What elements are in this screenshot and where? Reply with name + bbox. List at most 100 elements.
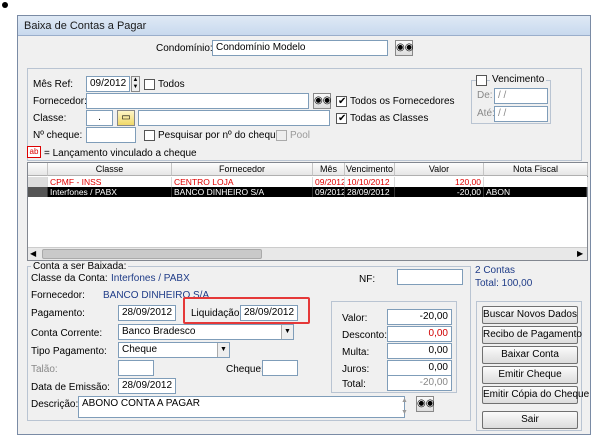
window-title: Baixa de Contas a Pagar: [18, 16, 590, 36]
de-field[interactable]: / /: [494, 88, 548, 104]
conta-corrente-select[interactable]: Banco Bradesco ▼: [118, 324, 294, 340]
ate-field[interactable]: / /: [494, 106, 548, 122]
descricao-scroll[interactable]: ▲ ▼: [401, 395, 408, 419]
todas-classes-label: Todas as Classes: [350, 113, 429, 124]
scroll-left-icon[interactable]: ◀: [30, 249, 36, 258]
table-cell: 09/2012: [315, 177, 345, 187]
conta-corrente-value: Banco Bradesco: [122, 326, 196, 337]
binoculars-icon[interactable]: ◉◉: [313, 93, 331, 109]
cheque-label: Cheque:: [226, 364, 264, 375]
todos-fornecedores-label: Todos os Fornecedores: [350, 96, 455, 107]
column-header[interactable]: Mês: [313, 163, 345, 176]
valor-label: Valor:: [342, 313, 368, 324]
fornecedor-field[interactable]: [86, 93, 309, 109]
talao-field[interactable]: [118, 360, 154, 376]
contas-total: Total: 100,00: [475, 278, 533, 289]
multa-label: Multa:: [342, 347, 370, 358]
folder-icon[interactable]: ▭: [117, 110, 135, 126]
pesquisar-cheque-checkbox[interactable]: [144, 130, 155, 141]
pagamento-label: Pagamento:: [31, 308, 85, 319]
de-label: De:: [477, 90, 493, 101]
nf-field[interactable]: [397, 269, 463, 285]
table-cell: -20,00: [395, 187, 484, 197]
nf-label: NF:: [359, 274, 376, 285]
total-label: Total:: [342, 379, 366, 390]
descricao-label: Descrição:: [31, 399, 79, 410]
descricao-field[interactable]: ABONO CONTA A PAGAR: [78, 396, 405, 418]
todos-fornecedores-checkbox[interactable]: [336, 96, 347, 107]
table-row-selected[interactable]: Interfones / PABX BANCO DINHEIRO S/A 09/…: [28, 187, 587, 197]
mes-ref-field[interactable]: 09/2012: [86, 76, 130, 92]
recibo-pagamento-button[interactable]: Recibo de Pagamento: [482, 326, 582, 344]
main-window: Baixa de Contas a Pagar Condomínio: Cond…: [17, 15, 591, 435]
classe-name-field[interactable]: [138, 110, 330, 126]
liquidacao-label: Liquidação:: [191, 308, 243, 319]
condominio-field[interactable]: Condomínio Modelo: [212, 40, 388, 56]
emitir-cheque-button[interactable]: Emitir Cheque: [482, 366, 578, 384]
table-header-spacer: [28, 163, 48, 176]
pool-checkbox[interactable]: [276, 130, 287, 141]
data-emissao-field[interactable]: 28/09/2012: [118, 378, 176, 394]
table-cell: 09/2012: [313, 187, 345, 197]
sair-button[interactable]: Sair: [482, 411, 578, 429]
tipo-pagamento-label: Tipo Pagamento:: [31, 346, 107, 357]
bullet-dot: [2, 2, 8, 8]
liquidacao-field[interactable]: 28/09/2012: [240, 305, 298, 321]
tipo-pagamento-value: Cheque: [122, 344, 158, 355]
desconto-field[interactable]: 0,00: [387, 326, 452, 342]
legend-badge: ab: [27, 146, 41, 158]
classe-conta-label: Classe da Conta:: [31, 273, 108, 284]
table-row[interactable]: CPMF - INSS CENTRO LOJA 09/2012 10/10/20…: [28, 177, 588, 187]
column-header[interactable]: Valor: [395, 163, 484, 176]
table-cell: 120,00: [395, 177, 484, 187]
todas-classes-checkbox[interactable]: [336, 113, 347, 124]
nr-cheque-label: Nº cheque:: [33, 130, 83, 141]
binoculars-icon[interactable]: ◉◉: [395, 40, 413, 56]
juros-label: Juros:: [342, 364, 370, 375]
table-cell: ABON: [484, 187, 587, 197]
column-header[interactable]: Vencimento: [345, 163, 395, 176]
tipo-pagamento-select[interactable]: Cheque ▼: [118, 342, 230, 358]
ate-label: Até:: [477, 108, 495, 119]
pesquisar-cheque-label: Pesquisar por nº do cheque: [158, 130, 282, 141]
multa-field[interactable]: 0,00: [387, 343, 452, 359]
table-cell: CENTRO LOJA: [172, 177, 313, 187]
mes-ref-spinner[interactable]: ▲ ▼: [131, 76, 140, 92]
table-cell: 10/10/2012: [345, 177, 395, 187]
classe-conta-value: Interfones / PABX: [111, 273, 190, 284]
conta-group-label: Conta a ser Baixada:: [31, 261, 129, 272]
scroll-thumb[interactable]: [42, 249, 262, 259]
nr-cheque-field[interactable]: [86, 127, 136, 143]
table-cell: CPMF - INSS: [48, 177, 172, 187]
contas-count: 2 Contas: [475, 265, 516, 276]
table-cell: 28/09/2012: [345, 187, 395, 197]
fornecedor-conta-label: Fornecedor:: [31, 290, 85, 301]
vencimento-checkbox[interactable]: [476, 75, 487, 86]
classe-code-field[interactable]: .: [86, 110, 113, 126]
buscar-dados-button[interactable]: Buscar Novos Dados: [482, 306, 578, 324]
cheque-field[interactable]: [262, 360, 298, 376]
column-header[interactable]: Classe: [48, 163, 172, 176]
chevron-down-icon[interactable]: ▼: [281, 325, 293, 339]
pool-label: Pool: [290, 130, 311, 141]
todos-label: Todos: [158, 79, 185, 90]
emitir-copia-cheque-button[interactable]: Emitir Cópia do Cheque: [482, 386, 589, 404]
binoculars-icon[interactable]: ◉◉: [416, 396, 434, 412]
vencimento-label: Vencimento: [490, 74, 547, 85]
row-indicator: [28, 187, 48, 197]
juros-field[interactable]: 0,00: [387, 360, 452, 376]
baixar-conta-button[interactable]: Baixar Conta: [482, 346, 578, 364]
row-indicator: [28, 177, 48, 187]
scroll-right-icon[interactable]: ▶: [577, 249, 583, 258]
horizontal-scrollbar[interactable]: ◀ ▶: [28, 247, 587, 260]
chevron-down-icon[interactable]: ▼: [217, 343, 229, 357]
column-header[interactable]: Nota Fiscal: [484, 163, 588, 176]
table-cell: BANCO DINHEIRO S/A: [172, 187, 313, 197]
data-emissao-label: Data de Emissão:: [31, 382, 110, 393]
pagamento-field[interactable]: 28/09/2012: [118, 305, 176, 321]
fornecedor-label: Fornecedor:: [33, 96, 87, 107]
valor-field[interactable]: -20,00: [387, 309, 452, 325]
column-header[interactable]: Fornecedor: [172, 163, 313, 176]
table-cell: [484, 177, 588, 187]
todos-checkbox[interactable]: [144, 79, 155, 90]
